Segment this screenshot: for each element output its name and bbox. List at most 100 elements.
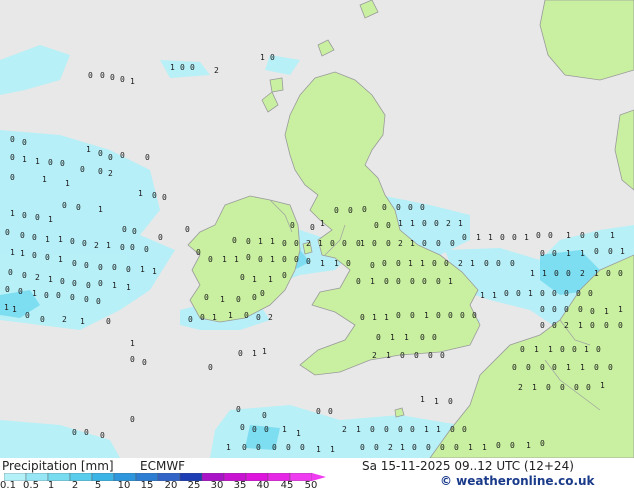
station-value: 0 (552, 321, 557, 330)
station-value: 1 (222, 255, 227, 264)
station-value: 0 (576, 289, 581, 298)
station-value: 0 (188, 315, 193, 324)
station-value: 0 (410, 277, 415, 286)
legend-tick-label: 40 (256, 480, 270, 491)
station-value: 0 (262, 411, 267, 420)
station-value: 1 (130, 339, 135, 348)
station-value: 0 (316, 407, 321, 416)
station-value: 0 (240, 273, 245, 282)
station-value: 0 (330, 239, 335, 248)
station-value: 0 (236, 295, 241, 304)
station-value: 0 (190, 63, 195, 72)
station-value: 0 (594, 231, 599, 240)
station-value: 1 (130, 77, 135, 86)
station-value: 1 (524, 233, 529, 242)
station-value: 0 (76, 203, 81, 212)
station-value: 1 (492, 291, 497, 300)
station-value: 1 (526, 441, 531, 450)
station-value: 0 (520, 345, 525, 354)
copyright-link[interactable]: © weatheronline.co.uk (440, 474, 595, 488)
station-value: 1 (488, 233, 493, 242)
station-value: 0 (142, 358, 147, 367)
station-value: 0 (300, 443, 305, 452)
station-value: 0 (120, 243, 125, 252)
station-value: 0 (360, 313, 365, 322)
station-value: 1 (228, 311, 233, 320)
station-value: 0 (552, 289, 557, 298)
station-value: 0 (376, 333, 381, 342)
station-value: 0 (384, 277, 389, 286)
legend-tick-label: 10 (117, 480, 131, 491)
station-value: 0 (334, 206, 339, 215)
station-value: 1 (408, 259, 413, 268)
station-value: 0 (310, 223, 315, 232)
station-value: 0 (70, 237, 75, 246)
station-value: 0 (158, 233, 163, 242)
station-value: 0 (414, 351, 419, 360)
station-value: 1 (212, 313, 217, 322)
station-value: 1 (112, 281, 117, 290)
station-value: 1 (548, 345, 553, 354)
station-value: 0 (428, 351, 433, 360)
station-value: 1 (542, 269, 547, 278)
legend-tick-label: 45 (280, 480, 294, 491)
station-value: 0 (572, 345, 577, 354)
station-value: 1 (140, 265, 145, 274)
station-value: 0 (35, 213, 40, 222)
station-value: 1 (226, 443, 231, 452)
station-value: 1 (262, 347, 267, 356)
station-value: 0 (106, 317, 111, 326)
station-value: 0 (242, 443, 247, 452)
station-value: 0 (540, 249, 545, 258)
station-value: 0 (398, 425, 403, 434)
station-value: 0 (208, 363, 213, 372)
station-value: 1 (320, 259, 325, 268)
station-value: 0 (200, 313, 205, 322)
station-value: 0 (548, 231, 553, 240)
station-value: 1 (360, 239, 365, 248)
station-value: 0 (8, 268, 13, 277)
station-value: 0 (56, 291, 61, 300)
station-value: 0 (578, 305, 583, 314)
station-value: 0 (348, 206, 353, 215)
station-value: 0 (540, 305, 545, 314)
station-value: 0 (10, 173, 15, 182)
station-value: 0 (5, 228, 10, 237)
station-value: 0 (384, 425, 389, 434)
station-value: 0 (328, 407, 333, 416)
station-value: 1 (270, 237, 275, 246)
station-value: 0 (100, 431, 105, 440)
station-value: 1 (620, 247, 625, 256)
station-value: 0 (98, 279, 103, 288)
station-value: 1 (594, 269, 599, 278)
station-value: 0 (618, 269, 623, 278)
station-value: 0 (580, 231, 585, 240)
station-value: 0 (420, 333, 425, 342)
station-value: 0 (386, 239, 391, 248)
station-value: 0 (110, 73, 115, 82)
station-value: 0 (410, 425, 415, 434)
station-value: 0 (98, 149, 103, 158)
station-value: 0 (88, 71, 93, 80)
station-value: 0 (40, 315, 45, 324)
station-value: 0 (462, 233, 467, 242)
station-value: 0 (180, 63, 185, 72)
station-value: 2 (398, 239, 403, 248)
station-value: 0 (472, 311, 477, 320)
station-value: 1 (530, 269, 535, 278)
precipitation-map: 0000110021000011001000001100210000110010… (0, 0, 634, 491)
station-value: 0 (590, 307, 595, 316)
station-value: 0 (434, 219, 439, 228)
station-value: 0 (22, 271, 27, 280)
station-value: 0 (594, 363, 599, 372)
station-value: 0 (540, 439, 545, 448)
station-value: 1 (126, 283, 131, 292)
station-value: 1 (32, 289, 37, 298)
station-value: 1 (80, 317, 85, 326)
station-value: 0 (510, 441, 515, 450)
station-value: 0 (72, 259, 77, 268)
station-value: 1 (410, 219, 415, 228)
station-value: 0 (130, 243, 135, 252)
station-value: 1 (20, 249, 25, 258)
station-value: 0 (436, 239, 441, 248)
